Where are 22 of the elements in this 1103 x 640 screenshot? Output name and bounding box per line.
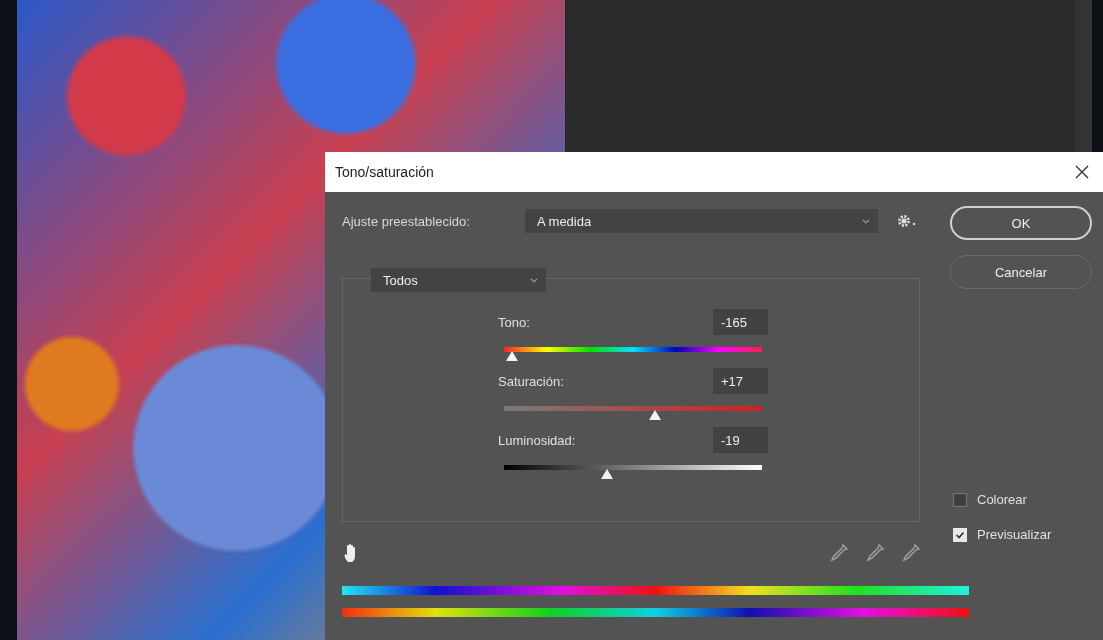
window-title: Tono/saturación: [335, 164, 434, 180]
option-checkbox[interactable]: Colorear: [953, 492, 1052, 507]
slider-label: Saturación:: [498, 373, 564, 389]
chevron-icon: [862, 218, 870, 224]
checkbox-icon[interactable]: [953, 492, 967, 507]
preset-dropdown[interactable]: A medida: [525, 209, 878, 233]
eyedropper-icon[interactable]: [864, 542, 886, 564]
eyedropper-icon[interactable]: [900, 542, 922, 564]
preset-label: Ajuste preestablecido:: [342, 213, 471, 229]
dialog-button[interactable]: Cancelar: [950, 255, 1092, 289]
slider-label: Luminosidad:: [498, 432, 576, 448]
dialog-button[interactable]: OK: [950, 206, 1092, 240]
value-field[interactable]: -19: [713, 427, 768, 453]
slider-label: Tono:: [498, 314, 530, 330]
eyedropper-icon[interactable]: [828, 542, 850, 564]
value-field[interactable]: +17: [713, 368, 768, 394]
option-checkbox[interactable]: Previsualizar: [953, 527, 1052, 542]
chevron-icon: [530, 277, 538, 283]
channel-dropdown[interactable]: Todos: [371, 268, 546, 292]
value-field[interactable]: -165: [713, 309, 768, 335]
close-icon[interactable]: [1075, 165, 1089, 179]
gear-icon[interactable]: [898, 214, 918, 228]
